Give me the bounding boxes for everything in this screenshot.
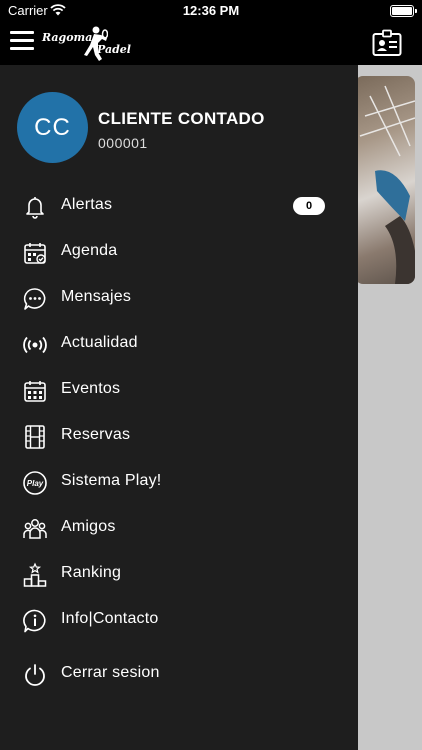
user-id: 000001: [98, 135, 148, 151]
film-strip-icon: [25, 425, 45, 449]
contact-card-icon[interactable]: [372, 29, 402, 57]
alerts-count-badge: 0: [293, 197, 325, 215]
app-header: Ragoma Padel: [0, 22, 422, 65]
battery-icon: [390, 5, 417, 17]
menu-item-agenda[interactable]: Agenda: [0, 232, 358, 272]
user-name: CLIENTE CONTADO: [98, 109, 265, 128]
menu-item-amigos[interactable]: Amigos: [0, 508, 358, 548]
menu-item-label: Ranking: [61, 564, 122, 581]
menu-item-label: Eventos: [61, 380, 121, 397]
svg-text:Play: Play: [27, 479, 44, 488]
calendar-grid-icon: [24, 381, 46, 402]
padel-net-image: [359, 85, 415, 284]
calendar-check-icon: [24, 243, 46, 264]
app-logo: Ragoma Padel: [42, 25, 142, 63]
hamburger-menu-icon[interactable]: [10, 31, 34, 51]
menu-item-label: Actualidad: [61, 334, 138, 351]
status-bar: Carrier 12:36 PM: [0, 0, 422, 22]
chat-bubble-icon: [23, 288, 46, 310]
menu-item-actualidad[interactable]: Actualidad: [0, 324, 358, 364]
menu-item-label: Alertas: [61, 196, 113, 213]
menu-item-label: Sistema Play!: [61, 472, 162, 489]
menu-item-label: Reservas: [61, 426, 131, 443]
menu-item-label: Info|Contacto: [61, 610, 159, 627]
avatar[interactable]: CC: [17, 92, 88, 163]
menu-item-reservas[interactable]: Reservas: [0, 416, 358, 456]
menu-item-ranking[interactable]: Ranking: [0, 554, 358, 594]
navigation-drawer: CC CLIENTE CONTADO 000001 Alertas 0 Agen…: [0, 65, 358, 750]
menu-item-label: Agenda: [61, 242, 118, 259]
bell-icon: [26, 197, 44, 219]
content-image-card[interactable]: [355, 76, 415, 284]
group-icon: [23, 519, 47, 539]
menu-item-eventos[interactable]: Eventos: [0, 370, 358, 410]
power-icon: [25, 664, 45, 686]
menu-item-label: Cerrar sesion: [61, 664, 160, 681]
play-logo-icon: Play: [23, 471, 47, 495]
podium-icon: [23, 562, 47, 587]
info-icon: [23, 609, 46, 633]
clock: 12:36 PM: [182, 3, 240, 18]
menu-item-mensajes[interactable]: Mensajes: [0, 278, 358, 318]
menu-item-alertas[interactable]: Alertas 0: [0, 186, 358, 226]
menu-item-label: Mensajes: [61, 288, 132, 305]
menu-item-label: Amigos: [61, 518, 116, 535]
broadcast-icon: [23, 336, 47, 354]
menu-item-info-contacto[interactable]: Info|Contacto: [0, 600, 358, 640]
menu-item-cerrar-sesion[interactable]: Cerrar sesion: [0, 654, 358, 694]
menu-item-sistema-play[interactable]: Play Sistema Play!: [0, 462, 358, 502]
